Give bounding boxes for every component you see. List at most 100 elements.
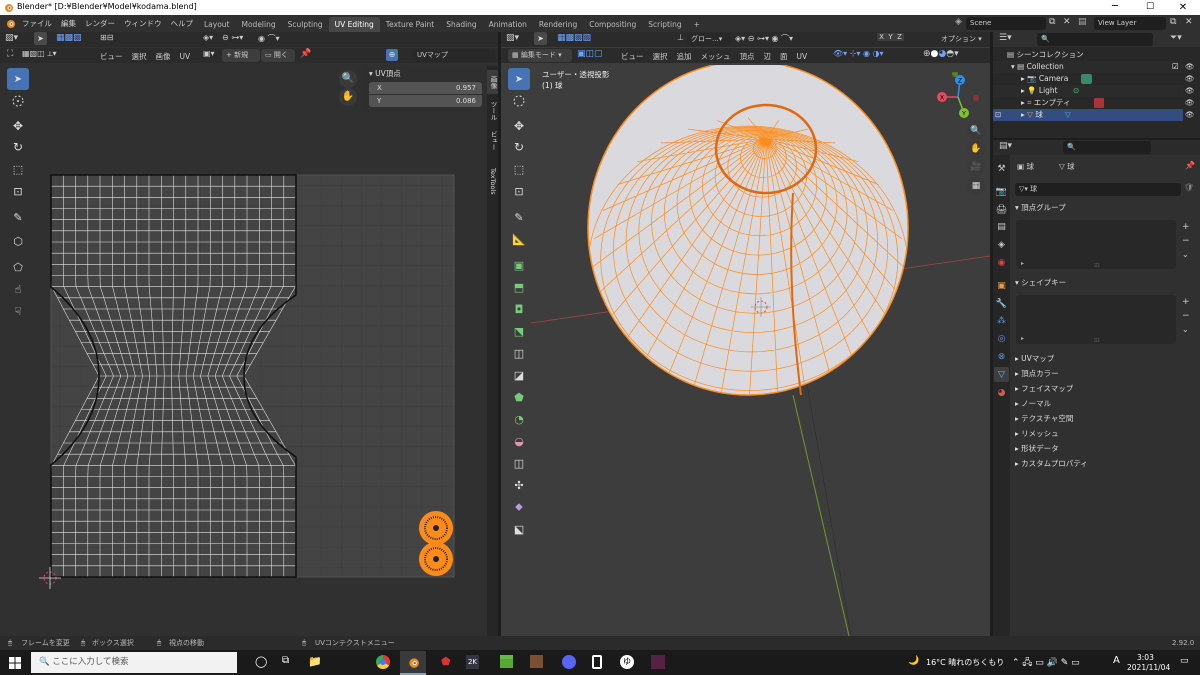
mode-selector[interactable]: ▦ 編集モード ▾ [508, 49, 572, 62]
tab-sculpting[interactable]: Sculpting [282, 17, 329, 32]
add-vertex-group-button[interactable]: + [1182, 222, 1190, 232]
tab-data-icon[interactable]: ▽ [994, 367, 1009, 382]
weather-text[interactable]: 16°C 晴れのちくもり [926, 657, 1004, 668]
app-brown-icon[interactable] [530, 655, 543, 668]
tab-shading[interactable]: Shading [440, 17, 482, 32]
options-dropdown[interactable]: オプション ▾ [937, 33, 987, 46]
visibility-icon[interactable]: 👁 [1185, 97, 1195, 109]
viewport-tool-icon[interactable]: ➤ [534, 32, 547, 45]
tab-scene-icon[interactable]: ◈ [995, 238, 1008, 251]
image-browse-icon[interactable]: ▣▾ [203, 49, 215, 58]
vp-tool-knife[interactable]: ◪ [508, 364, 530, 386]
vp-tool-polybuild[interactable]: ⬟ [508, 386, 530, 408]
uv-canvas[interactable] [0, 65, 487, 636]
discord-icon[interactable] [562, 655, 576, 669]
app-phone-icon[interactable] [592, 655, 602, 669]
mirror-z[interactable]: Z [895, 33, 904, 41]
add-workspace-button[interactable]: + [688, 17, 706, 32]
editor-type-icon[interactable]: ▨▾ [5, 33, 18, 43]
tab-particles-icon[interactable]: ⁂ [995, 314, 1008, 327]
vp-zoom-icon[interactable]: 🔍 [967, 122, 985, 140]
vp-tool-bevel[interactable]: ⬔ [508, 320, 530, 342]
menu-edit[interactable]: 編集 [61, 19, 76, 28]
vp-pan-icon[interactable]: ✋ [967, 140, 985, 158]
outliner-row-light[interactable]: ▸ 💡 Light ⊙ 👁 [993, 85, 1195, 97]
vp-tool-inset[interactable]: ◘ [508, 298, 530, 320]
section-remesh[interactable]: ▸ リメッシュ [1015, 428, 1059, 439]
properties-editor-icon[interactable]: ▤▾ [999, 141, 1012, 151]
uvmap-selector[interactable]: UVマップ [413, 49, 495, 62]
vp-menu-mesh[interactable]: メッシュ [701, 52, 731, 61]
pin-icon[interactable]: 📌 [1185, 161, 1195, 170]
menu-render[interactable]: レンダー [85, 19, 115, 28]
windows-start-icon[interactable] [8, 656, 22, 670]
vp-ortho-icon[interactable]: ▦ [967, 177, 985, 195]
transform-orientation-dropdown[interactable]: グロー...▾ [687, 33, 731, 46]
uv-menu-image[interactable]: 画像 [156, 52, 171, 61]
new-image-button[interactable]: + 新規 [222, 49, 260, 62]
vp-menu-select[interactable]: 選択 [653, 52, 668, 61]
view-layer-delete-icon[interactable]: ✕ [1185, 17, 1193, 27]
shape-key-menu-icon[interactable]: ⌄ [1182, 325, 1189, 334]
scene-copy-icon[interactable]: ⧉ [1049, 17, 1055, 27]
tab-compositing[interactable]: Compositing [583, 17, 642, 32]
blender-taskbar-icon[interactable] [400, 651, 426, 675]
view-layer-selector[interactable]: View Layer [1094, 17, 1166, 30]
tray-icons[interactable]: ⌃ 🖧 ▭ 🔊 ✎ ▭ [1012, 655, 1080, 671]
outliner-row-empty[interactable]: ▸ ⌗ エンプティ 👁 [993, 97, 1195, 109]
pin-icon[interactable]: 📌 [300, 49, 311, 59]
uv-mode-icons[interactable]: ▦▧◫ ⟂▾ [22, 49, 57, 59]
section-shape-keys[interactable]: ▾ シェイプキー [1015, 277, 1066, 288]
vp-tool-edge-slide[interactable]: ◫ [508, 452, 530, 474]
section-normals[interactable]: ▸ ノーマル [1015, 398, 1051, 409]
tab-output-icon[interactable]: 🖨 [995, 203, 1008, 216]
visibility-icon[interactable]: 👁 [1185, 109, 1195, 121]
visibility-icon[interactable]: 👁 [1185, 85, 1195, 97]
vp-tool-cursor[interactable] [508, 90, 530, 112]
outliner-row-sphere[interactable]: ⊡ ▸ ▽ 球 ▽ 👁 [993, 109, 1195, 121]
outliner-row-camera[interactable]: ▸ 📷 Camera 👁 [993, 73, 1195, 85]
tab-material-icon[interactable]: ◕ [995, 386, 1008, 399]
vp-tool-measure[interactable]: 📐 [508, 228, 530, 250]
uv-sync-icons[interactable]: ⊞⊟ [100, 33, 113, 42]
menu-window[interactable]: ウィンドウ [124, 19, 162, 28]
viewport-scene[interactable] [531, 65, 990, 636]
minimize-button[interactable]: ─ [1100, 0, 1130, 15]
vp-camera-icon[interactable]: 🎥 [967, 158, 985, 176]
vp-tool-transform[interactable]: ⊡ [508, 180, 530, 202]
notification-icon[interactable]: ▭ [1180, 656, 1189, 666]
tab-modifiers-icon[interactable]: 🔧 [995, 297, 1008, 310]
vp-tool-add-cube[interactable]: ▣ [508, 254, 530, 276]
vp-menu-face[interactable]: 面 [780, 52, 788, 61]
section-face-maps[interactable]: ▸ フェイスマップ [1015, 383, 1073, 394]
vp-tool-move[interactable]: ✥ [508, 115, 530, 137]
tab-view-layer-icon[interactable]: ▤ [995, 220, 1008, 233]
viewport-orientation-icon[interactable]: ⊥ [677, 33, 684, 42]
clock-time[interactable]: 3:03 [1137, 653, 1154, 662]
file-explorer-icon[interactable]: 📁 [308, 655, 322, 668]
app-game-icon[interactable] [651, 655, 665, 669]
section-vertex-groups[interactable]: ▾ 頂点グループ [1015, 202, 1066, 213]
maximize-button[interactable]: ☐ [1135, 0, 1165, 15]
vp-tool-rip[interactable]: ⬕ [508, 518, 530, 540]
vp-tool-annotate[interactable]: ✎ [508, 206, 530, 228]
section-uv-maps[interactable]: ▸ UVマップ [1015, 353, 1054, 364]
visibility-icon[interactable]: 👁 [1185, 61, 1195, 73]
app-2k-icon[interactable]: 2K [466, 655, 479, 669]
shape-keys-list[interactable]: ▸ ⁝⁝⁝ [1016, 295, 1176, 344]
remove-shape-key-button[interactable]: − [1182, 311, 1190, 321]
mirror-x[interactable]: X [877, 33, 886, 41]
app-yu-icon[interactable]: ゆ [620, 655, 634, 669]
menu-file[interactable]: ファイル [22, 19, 52, 28]
viewport-pivot-icon[interactable]: ◈▾ ⊖ ⊶▾ ◉ ⌒▾ [735, 33, 793, 44]
tab-rendering[interactable]: Rendering [533, 17, 583, 32]
visibility-icon[interactable]: 👁 [1185, 73, 1195, 85]
vertex-select-icons[interactable]: ▣◫▢ [577, 49, 603, 59]
vertex-group-menu-icon[interactable]: ⌄ [1182, 250, 1189, 259]
add-shape-key-button[interactable]: + [1182, 297, 1190, 307]
view-layer-copy-icon[interactable]: ⧉ [1170, 17, 1176, 27]
uv-menu-uv[interactable]: UV [180, 52, 191, 61]
tab-world-icon[interactable]: ◉ [995, 256, 1008, 269]
proportional-icon[interactable]: ◉ ⌒▾ [258, 33, 280, 44]
pivot-icon[interactable]: ◈▾ [203, 33, 213, 42]
